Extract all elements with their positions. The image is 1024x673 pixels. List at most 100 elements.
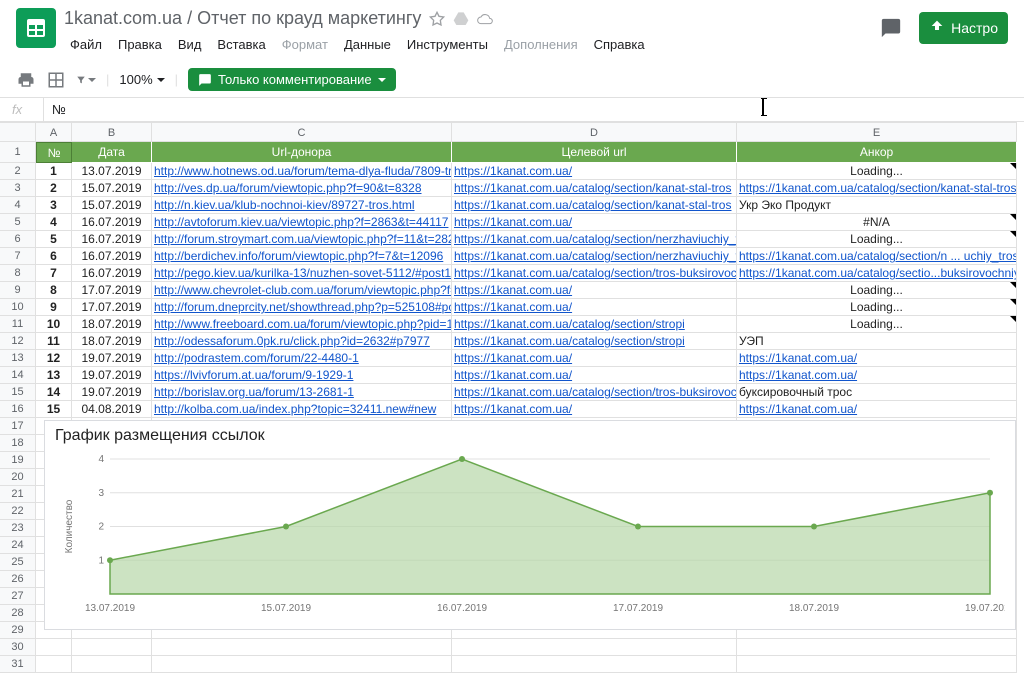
cell-anchor[interactable]: Укр Эко Продукт [737, 197, 1017, 214]
row-header[interactable]: 9 [0, 282, 36, 299]
cell-donor[interactable]: http://avtoforum.kiev.ua/viewtopic.php?f… [152, 214, 452, 231]
comment-only-button[interactable]: Только комментирование [188, 68, 396, 91]
cell-target[interactable]: https://1kanat.com.ua/catalog/section/ne… [452, 231, 737, 248]
cell[interactable] [452, 656, 737, 673]
header-donor[interactable]: Url-донора [152, 142, 452, 163]
cell-anchor[interactable]: Loading... [737, 231, 1017, 248]
cell-date[interactable]: 18.07.2019 [72, 333, 152, 350]
row-header[interactable]: 30 [0, 639, 36, 656]
menu-edit[interactable]: Правка [112, 33, 168, 56]
row-header[interactable]: 20 [0, 469, 36, 486]
row-header[interactable]: 28 [0, 605, 36, 622]
cell-anchor[interactable]: https://1kanat.com.ua/catalog/sectio...b… [737, 265, 1017, 282]
row-header[interactable]: 15 [0, 384, 36, 401]
sheets-logo[interactable] [16, 8, 56, 48]
menu-insert[interactable]: Вставка [211, 33, 271, 56]
row-header[interactable]: 17 [0, 418, 36, 435]
row-header[interactable]: 31 [0, 656, 36, 673]
cell-donor[interactable]: http://www.chevrolet-club.com.ua/forum/v… [152, 282, 452, 299]
row-header[interactable]: 29 [0, 622, 36, 639]
row-header[interactable]: 24 [0, 537, 36, 554]
col-header-E[interactable]: E [737, 122, 1017, 142]
row-header[interactable]: 1 [0, 142, 36, 163]
print-icon[interactable] [16, 70, 36, 90]
cell-date[interactable]: 16.07.2019 [72, 214, 152, 231]
cell-num[interactable]: 12 [36, 350, 72, 367]
cell-anchor[interactable]: https://1kanat.com.ua/catalog/section/n … [737, 248, 1017, 265]
cell[interactable] [36, 639, 72, 656]
row-header[interactable]: 13 [0, 350, 36, 367]
cell-donor[interactable]: http://n.kiev.ua/klub-nochnoi-kiev/89727… [152, 197, 452, 214]
cell-donor[interactable]: http://pego.kiev.ua/kurilka-13/nuzhen-so… [152, 265, 452, 282]
cell-donor[interactable]: http://odessaforum.0pk.ru/click.php?id=2… [152, 333, 452, 350]
cell-num[interactable]: 5 [36, 231, 72, 248]
cell-donor[interactable]: http://forum.stroymart.com.ua/viewtopic.… [152, 231, 452, 248]
cell-date[interactable]: 16.07.2019 [72, 248, 152, 265]
spreadsheet-grid[interactable]: A B C D E 1 № Дата Url-донора Целевой ur… [0, 122, 1024, 673]
cell-donor[interactable]: http://ves.dp.ua/forum/viewtopic.php?f=9… [152, 180, 452, 197]
cell-target[interactable]: https://1kanat.com.ua/catalog/section/st… [452, 333, 737, 350]
cell-anchor[interactable]: УЭП [737, 333, 1017, 350]
cell-anchor[interactable]: https://1kanat.com.ua/catalog/section/ka… [737, 180, 1017, 197]
cell-donor[interactable]: https://lvivforum.at.ua/forum/9-1929-1 [152, 367, 452, 384]
col-header-B[interactable]: B [72, 122, 152, 142]
select-all-corner[interactable] [0, 122, 36, 142]
cell-target[interactable]: https://1kanat.com.ua/catalog/section/ka… [452, 197, 737, 214]
cell-date[interactable]: 17.07.2019 [72, 299, 152, 316]
row-header[interactable]: 3 [0, 180, 36, 197]
cell-num[interactable]: 1 [36, 163, 72, 180]
star-icon[interactable] [429, 11, 445, 27]
cell-date[interactable]: 04.08.2019 [72, 401, 152, 418]
row-header[interactable]: 27 [0, 588, 36, 605]
row-header[interactable]: 16 [0, 401, 36, 418]
row-header[interactable]: 19 [0, 452, 36, 469]
row-header[interactable]: 5 [0, 214, 36, 231]
cell-anchor[interactable]: буксировочный трос [737, 384, 1017, 401]
cell-num[interactable]: 4 [36, 214, 72, 231]
cell[interactable] [72, 656, 152, 673]
cell-num[interactable]: 10 [36, 316, 72, 333]
row-header[interactable]: 18 [0, 435, 36, 452]
cell-date[interactable]: 19.07.2019 [72, 350, 152, 367]
menu-file[interactable]: Файл [64, 33, 108, 56]
header-num[interactable]: № [36, 142, 72, 163]
zoom-select[interactable]: 100% [119, 72, 164, 87]
cell-target[interactable]: https://1kanat.com.ua/ [452, 367, 737, 384]
cell-target[interactable]: https://1kanat.com.ua/catalog/section/tr… [452, 265, 737, 282]
cell[interactable] [452, 639, 737, 656]
doc-title[interactable]: 1kanat.com.ua / Отчет по крауд маркетинг… [64, 8, 421, 29]
header-target[interactable]: Целевой url [452, 142, 737, 163]
cell-num[interactable]: 11 [36, 333, 72, 350]
cell-target[interactable]: https://1kanat.com.ua/ [452, 214, 737, 231]
cell-donor[interactable]: http://www.freeboard.com.ua/forum/viewto… [152, 316, 452, 333]
col-header-D[interactable]: D [452, 122, 737, 142]
cell-date[interactable]: 15.07.2019 [72, 197, 152, 214]
cell-donor[interactable]: http://borislav.org.ua/forum/13-2681-1 [152, 384, 452, 401]
cell-target[interactable]: https://1kanat.com.ua/catalog/section/tr… [452, 384, 737, 401]
cloud-icon[interactable] [477, 11, 493, 27]
border-icon[interactable] [46, 70, 66, 90]
cell-donor[interactable]: http://kolba.com.ua/index.php?topic=3241… [152, 401, 452, 418]
menu-data[interactable]: Данные [338, 33, 397, 56]
cell-donor[interactable]: http://forum.dneprcity.net/showthread.ph… [152, 299, 452, 316]
cell-target[interactable]: https://1kanat.com.ua/ [452, 299, 737, 316]
cell[interactable] [737, 656, 1017, 673]
formula-bar[interactable]: № [44, 102, 1024, 117]
row-header[interactable]: 12 [0, 333, 36, 350]
cell-date[interactable]: 13.07.2019 [72, 163, 152, 180]
chart[interactable]: График размещения ссылок 1234Количество1… [44, 420, 1016, 630]
row-header[interactable]: 22 [0, 503, 36, 520]
row-header[interactable]: 10 [0, 299, 36, 316]
row-header[interactable]: 4 [0, 197, 36, 214]
filter-icon[interactable] [76, 70, 96, 90]
cell-date[interactable]: 16.07.2019 [72, 265, 152, 282]
cell-num[interactable]: 2 [36, 180, 72, 197]
row-header[interactable]: 6 [0, 231, 36, 248]
cell-donor[interactable]: http://www.hotnews.od.ua/forum/tema-dlya… [152, 163, 452, 180]
row-header[interactable]: 11 [0, 316, 36, 333]
cell-num[interactable]: 9 [36, 299, 72, 316]
menu-tools[interactable]: Инструменты [401, 33, 494, 56]
cell-target[interactable]: https://1kanat.com.ua/catalog/section/ne… [452, 248, 737, 265]
cell-num[interactable]: 14 [36, 384, 72, 401]
cell-date[interactable]: 15.07.2019 [72, 180, 152, 197]
